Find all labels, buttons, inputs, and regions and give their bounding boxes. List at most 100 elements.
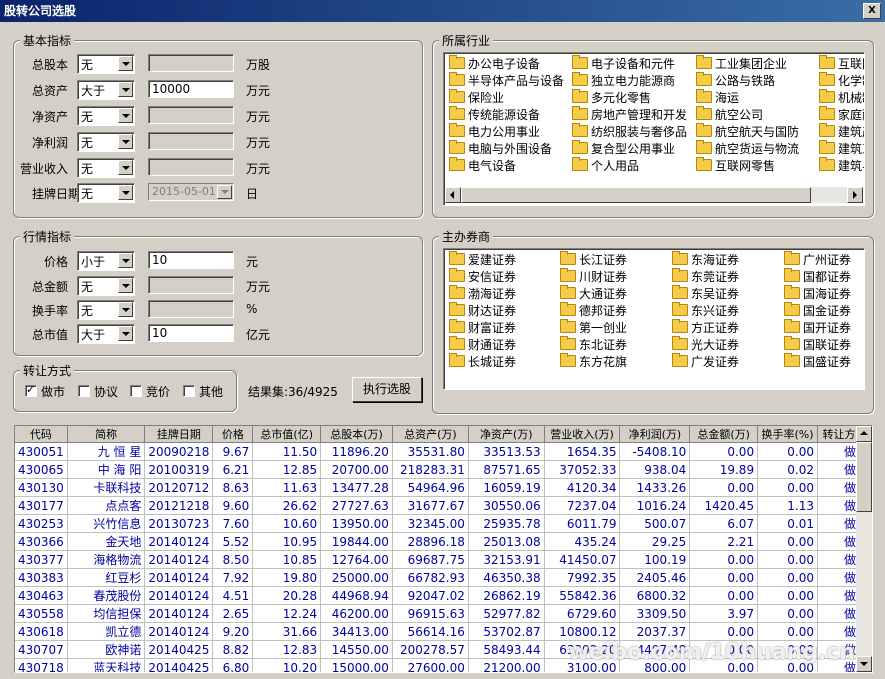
industry-item[interactable]: 机械制 <box>819 89 864 106</box>
column-header[interactable]: 总资产(万) <box>392 426 469 443</box>
industry-item[interactable]: 保险业 <box>449 89 504 106</box>
basic-operator-select[interactable]: 无 <box>77 132 135 152</box>
table-row[interactable]: 430177 点点客 20121218 9.60 26.62 27727.63 31677.… <box>15 496 872 515</box>
column-header[interactable]: 代码 <box>15 426 68 443</box>
chevron-down-icon[interactable] <box>118 185 133 200</box>
broker-item[interactable]: 国金证券 <box>784 302 851 319</box>
broker-item[interactable]: 德邦证券 <box>560 302 627 319</box>
table-row[interactable]: 430463 春茂股份 20140124 4.51 20.28 44968.94 92047… <box>15 586 872 605</box>
table-row[interactable]: 430558 均信担保 20140124 2.65 12.24 46200.00 96915… <box>15 604 872 623</box>
table-row[interactable]: 430366 金天地 20140124 5.52 10.95 19844.00 28896.… <box>15 532 872 551</box>
market-operator-select[interactable]: 小于 <box>77 251 135 271</box>
table-scroll-thumb[interactable] <box>856 442 872 512</box>
run-selection-button[interactable]: 执行选股 <box>352 377 422 402</box>
basic-value-input[interactable] <box>148 132 234 150</box>
broker-item[interactable]: 长江证券 <box>560 251 627 268</box>
calendar-dropdown-icon[interactable] <box>217 185 232 199</box>
broker-item[interactable]: 国联证券 <box>784 336 851 353</box>
transfer-checkbox[interactable] <box>78 385 90 397</box>
basic-operator-select[interactable]: 大于 <box>77 80 135 100</box>
table-row[interactable]: 430051 九 恒 星 20090218 9.67 11.50 11896.20 3553… <box>15 442 872 461</box>
scroll-right-icon[interactable] <box>847 187 863 203</box>
broker-item[interactable]: 安信证券 <box>449 268 516 285</box>
results-table[interactable]: 代码 简称 挂牌日期 价格 总市值(亿) 总股本(万) 总资产(万) 净资产(万) 营业收入(万… <box>14 425 873 673</box>
broker-item[interactable]: 东兴证券 <box>672 302 739 319</box>
chevron-down-icon[interactable] <box>118 160 133 175</box>
basic-value-input[interactable] <box>148 54 234 72</box>
column-header[interactable]: 挂牌日期 <box>144 426 214 443</box>
industry-item[interactable]: 电子设备和元件 <box>572 55 675 72</box>
basic-value-input[interactable]: 10000 <box>148 80 234 98</box>
industry-item[interactable]: 化学制 <box>819 72 864 89</box>
basic-operator-select[interactable]: 无 <box>77 158 135 178</box>
broker-item[interactable]: 国都证券 <box>784 268 851 285</box>
industry-item[interactable]: 互联网零售 <box>696 157 775 174</box>
column-header[interactable]: 总市值(亿) <box>252 426 322 443</box>
industry-item[interactable]: 海运 <box>696 89 739 106</box>
market-operator-select[interactable]: 无 <box>77 276 135 296</box>
transfer-checkbox[interactable] <box>130 385 142 397</box>
basic-operator-select[interactable]: 无 <box>77 106 135 126</box>
chevron-down-icon[interactable] <box>118 302 133 317</box>
industry-item[interactable]: 电气设备 <box>449 157 516 174</box>
industry-item[interactable]: 航空货运与物流 <box>696 140 799 157</box>
industry-item[interactable]: 公路与铁路 <box>696 72 775 89</box>
close-button[interactable]: X <box>863 3 881 19</box>
broker-item[interactable]: 长城证券 <box>449 353 516 370</box>
broker-item[interactable]: 渤海证券 <box>449 285 516 302</box>
broker-item[interactable]: 东北证券 <box>560 336 627 353</box>
table-row[interactable]: 430383 红豆杉 20140124 7.92 19.80 25000.00 66782.… <box>15 568 872 587</box>
industry-item[interactable]: 独立电力能源商 <box>572 72 675 89</box>
market-value-input[interactable]: 10 <box>148 324 234 342</box>
broker-list[interactable]: 爱建证券 安信证券 渤海证券 财达证券 财富证券 财通证券 长城证券 长江证券 川财证券 大通证券… <box>443 248 865 390</box>
chevron-down-icon[interactable] <box>118 253 133 268</box>
industry-item[interactable]: 建筑与 <box>819 157 864 174</box>
column-header[interactable]: 价格 <box>212 426 254 443</box>
industry-item[interactable]: 纺织服装与奢侈品 <box>572 123 687 140</box>
market-value-input[interactable]: 10 <box>148 251 234 269</box>
industry-item[interactable]: 电力公用事业 <box>449 123 540 140</box>
broker-item[interactable]: 财通证券 <box>449 336 516 353</box>
column-header[interactable]: 净利润(万) <box>619 426 691 443</box>
broker-item[interactable]: 财富证券 <box>449 319 516 336</box>
column-header[interactable]: 总金额(万) <box>689 426 759 443</box>
table-row[interactable]: 430377 海格物流 20140124 8.50 10.85 12764.00 69687… <box>15 550 872 569</box>
industry-item[interactable]: 电脑与外围设备 <box>449 140 552 157</box>
basic-value-input[interactable] <box>148 106 234 124</box>
broker-item[interactable]: 东方花旗 <box>560 353 627 370</box>
scroll-up-icon[interactable] <box>856 426 872 442</box>
broker-item[interactable]: 财达证券 <box>449 302 516 319</box>
chevron-down-icon[interactable] <box>118 108 133 123</box>
broker-item[interactable]: 广州证券 <box>784 251 851 268</box>
table-vscroll[interactable] <box>856 426 872 672</box>
industry-item[interactable]: 复合型公用事业 <box>572 140 675 157</box>
basic-operator-select[interactable]: 无 <box>77 183 135 203</box>
transfer-checkbox[interactable] <box>183 385 195 397</box>
column-header[interactable]: 简称 <box>67 426 146 443</box>
industry-item[interactable]: 办公电子设备 <box>449 55 540 72</box>
chevron-down-icon[interactable] <box>118 134 133 149</box>
broker-item[interactable]: 国开证券 <box>784 319 851 336</box>
industry-item[interactable]: 家庭耐 <box>819 106 864 123</box>
broker-item[interactable]: 东海证券 <box>672 251 739 268</box>
column-header[interactable]: 净资产(万) <box>468 426 545 443</box>
market-value-input[interactable] <box>148 300 234 318</box>
industry-hscroll[interactable] <box>445 187 863 203</box>
broker-item[interactable]: 国海证券 <box>784 285 851 302</box>
industry-item[interactable]: 房地产管理和开发 <box>572 106 687 123</box>
chevron-down-icon[interactable] <box>118 326 133 341</box>
scroll-left-icon[interactable] <box>445 187 461 203</box>
column-header[interactable]: 营业收入(万) <box>544 426 621 443</box>
industry-item[interactable]: 建筑工 <box>819 140 864 157</box>
table-row[interactable]: 430065 中 海 阳 20100319 6.21 12.85 20700.00 2182… <box>15 460 872 479</box>
scroll-thumb[interactable] <box>461 187 811 203</box>
industry-item[interactable]: 航空航天与国防 <box>696 123 799 140</box>
broker-item[interactable]: 光大证券 <box>672 336 739 353</box>
scroll-down-icon[interactable] <box>856 656 872 672</box>
basic-operator-select[interactable]: 无 <box>77 54 135 74</box>
industry-item[interactable]: 传统能源设备 <box>449 106 540 123</box>
broker-item[interactable]: 国盛证券 <box>784 353 851 370</box>
broker-item[interactable]: 第一创业 <box>560 319 627 336</box>
industry-item[interactable]: 个人用品 <box>572 157 639 174</box>
chevron-down-icon[interactable] <box>118 278 133 293</box>
